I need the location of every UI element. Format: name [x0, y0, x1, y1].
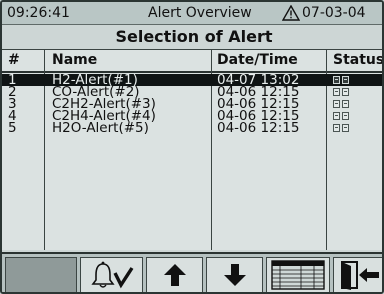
- arrow-down-icon: [223, 264, 246, 286]
- page-title: Selection of Alert: [2, 25, 382, 50]
- status-icon: [342, 100, 349, 108]
- alert-table: # Name Date/Time Status 1 H2-Alert(#1) 04-…: [2, 50, 384, 250]
- status-icon: [342, 112, 349, 120]
- exit-button[interactable]: [333, 257, 382, 292]
- status-icon: [342, 76, 349, 84]
- blank-softkey[interactable]: [5, 257, 77, 292]
- status-icons: [333, 122, 349, 134]
- date: 07-03-04: [302, 5, 366, 21]
- scroll-up-button[interactable]: [146, 257, 203, 292]
- status-icon: [342, 124, 349, 132]
- column-header-datetime: Date/Time: [217, 52, 298, 68]
- toolbar: [2, 252, 382, 292]
- status-icons: [333, 74, 349, 86]
- status-icon: [333, 76, 340, 84]
- alert-datetime: 04-06 12:15: [217, 120, 300, 136]
- status-icon: [333, 124, 340, 132]
- status-icon: [333, 112, 340, 120]
- alert-name: H2O-Alert(#5): [52, 120, 149, 136]
- column-header-name: Name: [52, 52, 98, 68]
- status-icons: [333, 110, 349, 122]
- scroll-down-button[interactable]: [206, 257, 263, 292]
- acknowledge-button[interactable]: [80, 257, 143, 292]
- status-icons: [333, 86, 349, 98]
- alert-overview-screen: 09:26:41 Alert Overview 07-03-04 Selecti…: [0, 0, 384, 294]
- table-row[interactable]: 5 H2O-Alert(#5) 04-06 12:15: [2, 120, 382, 136]
- status-icons: [333, 98, 349, 110]
- table-view-icon: [271, 260, 325, 290]
- column-header-number: #: [8, 52, 20, 68]
- table-view-button[interactable]: [266, 257, 330, 292]
- column-header-status: Status: [333, 52, 384, 68]
- status-icon: [333, 100, 340, 108]
- arrow-up-icon: [163, 264, 186, 286]
- top-bar: 09:26:41 Alert Overview 07-03-04: [2, 2, 382, 25]
- screen-title: Alert Overview: [148, 5, 252, 21]
- exit-door-icon: [340, 261, 379, 290]
- bell-acknowledge-icon: [90, 261, 133, 289]
- status-icon: [342, 88, 349, 96]
- warning-triangle-icon[interactable]: [282, 5, 300, 21]
- row-number: 5: [8, 120, 17, 136]
- status-icon: [333, 88, 340, 96]
- clock: 09:26:41: [7, 5, 70, 21]
